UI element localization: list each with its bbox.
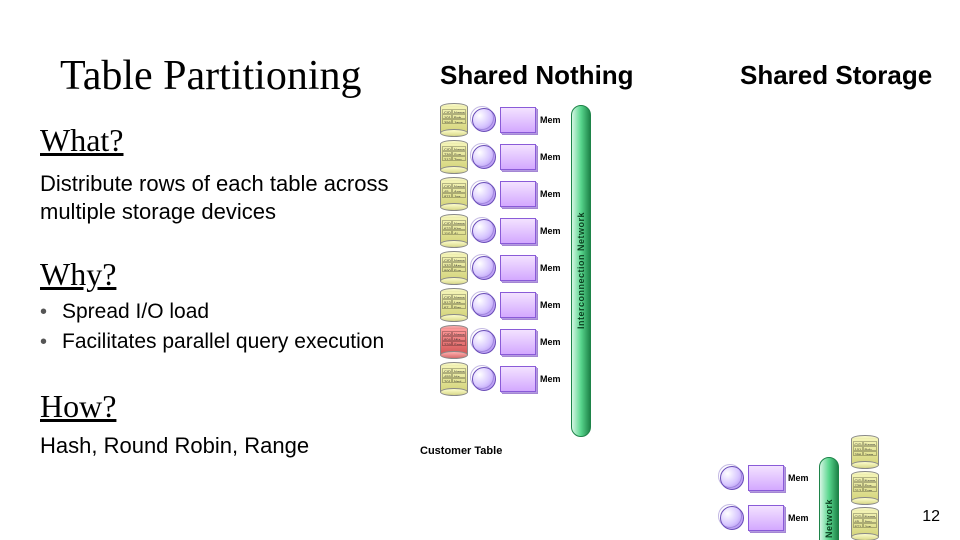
heading-what: What? — [40, 122, 124, 159]
disk-icon: CIDName45Ann871Joe — [440, 179, 468, 209]
memory-label: Mem — [540, 300, 561, 310]
node-unit: CIDName332Max990Eva Mem — [440, 253, 561, 283]
interconnect-bar: Interconnection Network — [571, 105, 591, 437]
disk-icon: CIDName332Max990Eva — [440, 253, 468, 283]
memory-label: Mem — [788, 473, 809, 483]
shared-disk-stack: CIDName101Bob356Jane CIDName739Sue212Tom… — [851, 437, 879, 540]
memory-label: Mem — [540, 337, 561, 347]
interconnect-bar: Interconnection Network — [819, 457, 839, 540]
bullet-dot: • — [40, 302, 62, 322]
node-unit: CIDName101Bob356Jane Mem — [440, 105, 561, 135]
node-unit: CIDName45Ann871Joe Mem — [440, 179, 561, 209]
page-number: 12 — [922, 508, 940, 526]
disk-icon: CIDName623Kim110Al — [440, 216, 468, 246]
node-unit: CIDName512Lee67Ray Mem — [440, 290, 561, 320]
diagram-caption: Customer Table — [420, 445, 502, 457]
heading-how-real: How? — [40, 388, 116, 425]
bullets-why: • Spread I/O load • Facilitates parallel… — [40, 300, 384, 360]
diagram-shared-storage: Mem Mem Mem Mem Mem — [720, 437, 950, 540]
disk-icon: CIDName512Lee67Ray — [440, 290, 468, 320]
memory-icon — [500, 107, 536, 133]
memory-icon — [500, 218, 536, 244]
node-stack: CIDName101Bob356Jane Mem CIDName739Sue21… — [440, 105, 561, 437]
disk-icon: CIDName455Ida701Ned — [440, 364, 468, 394]
text-what: Distribute rows of each table across mul… — [40, 170, 420, 225]
node-unit: CIDName739Sue212Tom Mem — [440, 142, 561, 172]
memory-label: Mem — [540, 374, 561, 384]
disk-icon: CIDName739Sue212Tom — [851, 473, 879, 503]
disk-icon: CIDName739Sue212Tom — [440, 142, 468, 172]
processor-icon — [472, 330, 496, 354]
memory-label: Mem — [540, 189, 561, 199]
memory-label: Mem — [540, 263, 561, 273]
interconnect-label: Interconnection Network — [824, 499, 834, 540]
processor-icon — [472, 219, 496, 243]
memory-icon — [500, 181, 536, 207]
text-how: Hash, Round Robin, Range — [40, 432, 309, 460]
memory-icon — [500, 144, 536, 170]
column-header-shared-storage: Shared Storage — [740, 60, 932, 91]
heading-why: Why? — [40, 256, 116, 293]
processor-icon — [472, 182, 496, 206]
diagram-shared-nothing: CIDName101Bob356Jane Mem CIDName739Sue21… — [440, 105, 670, 437]
node-unit: Mem — [720, 465, 809, 491]
slide: Table Partitioning Shared Nothing Shared… — [0, 0, 960, 540]
bullet-item: Facilitates parallel query execution — [62, 330, 384, 354]
column-header-shared-nothing: Shared Nothing — [440, 60, 634, 91]
disk-icon: CIDName804Mia229Sam — [440, 327, 468, 357]
processor-icon — [720, 466, 744, 490]
node-unit: CIDName623Kim110Al Mem — [440, 216, 561, 246]
memory-label: Mem — [540, 226, 561, 236]
memory-icon — [500, 366, 536, 392]
disk-icon: CIDName101Bob356Jane — [851, 437, 879, 467]
processor-icon — [472, 145, 496, 169]
node-unit: Mem — [720, 505, 809, 531]
processor-icon — [472, 367, 496, 391]
disk-icon: CIDName101Bob356Jane — [440, 105, 468, 135]
processor-icon — [472, 108, 496, 132]
interconnect-label: Interconnection Network — [576, 212, 586, 329]
memory-label: Mem — [540, 152, 561, 162]
node-unit: CIDName455Ida701Ned Mem — [440, 364, 561, 394]
memory-label: Mem — [540, 115, 561, 125]
disk-icon: CIDName45Ann871Joe — [851, 509, 879, 539]
memory-icon — [748, 465, 784, 491]
memory-label: Mem — [788, 513, 809, 523]
processor-icon — [472, 293, 496, 317]
memory-icon — [500, 329, 536, 355]
memory-icon — [500, 292, 536, 318]
node-stack: Mem Mem Mem Mem Mem — [720, 465, 809, 540]
bullet-item: Spread I/O load — [62, 300, 209, 324]
memory-icon — [748, 505, 784, 531]
slide-title: Table Partitioning — [60, 52, 362, 100]
bullet-dot: • — [40, 332, 62, 352]
processor-icon — [472, 256, 496, 280]
memory-icon — [500, 255, 536, 281]
processor-icon — [720, 506, 744, 530]
node-unit: CIDName804Mia229Sam Mem — [440, 327, 561, 357]
